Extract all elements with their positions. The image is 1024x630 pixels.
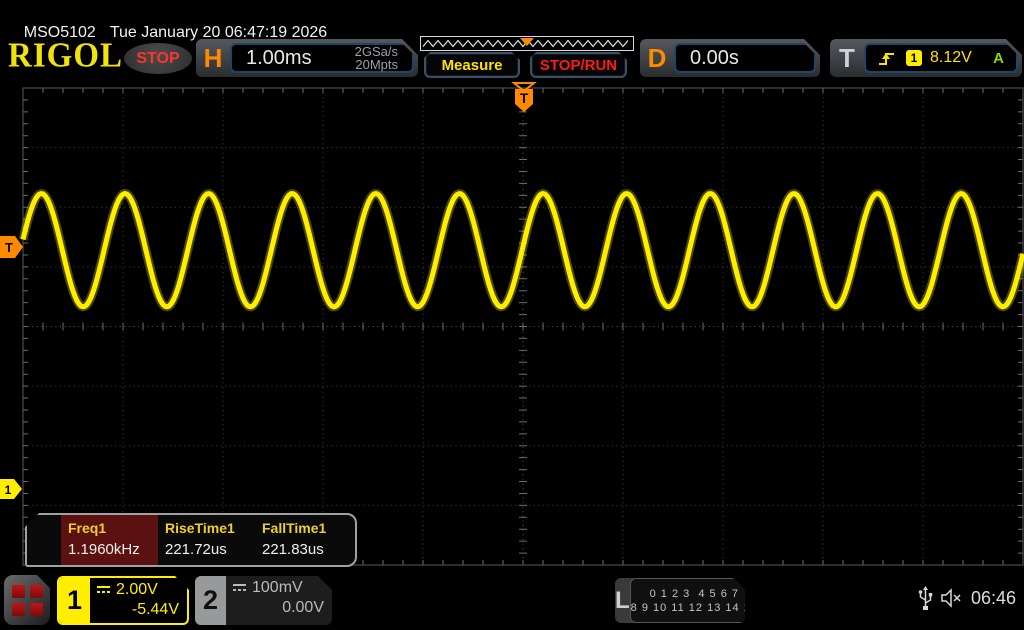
channel1-badge: 1 xyxy=(59,578,90,623)
horizontal-label: H xyxy=(203,42,223,73)
trigger-position-marker[interactable]: T xyxy=(511,82,537,114)
channel2-badge: 2 xyxy=(195,576,226,625)
dc-coupling-icon xyxy=(232,583,247,593)
trigger-settings-button[interactable]: T 1 8.12V A xyxy=(830,39,1022,77)
logic-label: L xyxy=(615,586,630,614)
status-area: 06:46 xyxy=(918,586,1016,610)
channel1-scale: 2.00V xyxy=(116,581,158,598)
measurement-value: 1.1960kHz xyxy=(68,541,140,558)
logic-channels-row2: 8 9 10 11 12 13 14 15 xyxy=(630,601,740,614)
measurement-label: Freq1 xyxy=(68,520,107,536)
trigger-mode: A xyxy=(993,49,1004,67)
trigger-level-value: 8.12V xyxy=(930,49,972,66)
function-menu-button[interactable] xyxy=(4,575,50,625)
channel1-ground-marker[interactable]: 1 xyxy=(0,478,23,500)
svg-text:T: T xyxy=(5,240,13,255)
clock-display: 06:46 xyxy=(970,587,1016,608)
svg-text:1: 1 xyxy=(5,483,12,497)
datetime-text: Tue January 20 06:47:19 2026 xyxy=(109,24,328,41)
measurement-item-risetime[interactable]: RiseTime1 221.72us xyxy=(158,515,255,565)
measurement-value: 221.83us xyxy=(262,541,324,558)
measurement-label: RiseTime1 xyxy=(165,520,235,536)
measurement-panel: Freq1 1.1960kHz RiseTime1 221.72us FallT… xyxy=(25,513,357,567)
oscilloscope-screen: MSO5102 Tue January 20 06:47:19 2026 RIGO… xyxy=(0,0,1024,630)
dc-coupling-icon xyxy=(96,585,111,595)
menu-grid-icon xyxy=(12,585,43,616)
horizontal-settings-button[interactable]: H 1.00ms 2GSa/s 20Mpts xyxy=(196,39,418,77)
measure-button[interactable]: Measure xyxy=(424,52,520,78)
trigger-label: T xyxy=(839,42,855,73)
measurement-item-falltime[interactable]: FallTime1 221.83us xyxy=(255,515,352,565)
delay-box: 0.00s xyxy=(674,43,816,73)
measurement-label: FallTime1 xyxy=(262,520,327,536)
channel1-trace-glow xyxy=(18,188,1024,312)
channel2-offset: 0.00V xyxy=(282,599,324,616)
logic-channels-row1: 0 1 2 3 4 5 6 7 xyxy=(649,587,739,600)
rising-edge-icon xyxy=(878,49,896,67)
trigger-level-marker[interactable]: T xyxy=(0,235,24,259)
delay-value: 0.00s xyxy=(690,46,739,69)
run-state-badge[interactable]: STOP xyxy=(124,43,192,74)
channel2-box[interactable]: 2 100mV 0.00V xyxy=(195,576,332,625)
stop-run-button[interactable]: STOP/RUN xyxy=(530,52,627,78)
measurement-value: 221.72us xyxy=(165,541,227,558)
trigger-source-badge: 1 xyxy=(906,50,922,66)
channel1-offset: -5.44V xyxy=(131,601,179,618)
measurement-item-freq[interactable]: Freq1 1.1960kHz xyxy=(61,515,158,565)
samplerate-memdepth: 2GSa/s 20Mpts xyxy=(354,44,398,72)
channel1-trace xyxy=(20,191,1024,310)
memory-position-strip[interactable] xyxy=(420,36,634,51)
timebase-box: 1.00ms 2GSa/s 20Mpts xyxy=(230,43,414,73)
timebase-value: 1.00ms xyxy=(246,46,312,69)
channel2-scale: 100mV xyxy=(252,579,303,596)
trigger-box: 1 8.12V A xyxy=(864,43,1018,73)
sound-muted-icon xyxy=(941,588,961,608)
memory-waveform-icon xyxy=(422,38,629,48)
channel1-box[interactable]: 1 2.00V -5.44V xyxy=(57,576,189,625)
delay-settings-button[interactable]: D 0.00s xyxy=(640,39,820,77)
delay-label: D xyxy=(647,42,667,73)
logic-analyzer-box[interactable]: L 0 1 2 3 4 5 6 7 8 9 10 11 12 13 14 15 xyxy=(615,578,745,623)
svg-text:T: T xyxy=(520,90,529,106)
usb-icon xyxy=(918,586,933,610)
rigol-logo: RIGOL xyxy=(8,37,124,75)
